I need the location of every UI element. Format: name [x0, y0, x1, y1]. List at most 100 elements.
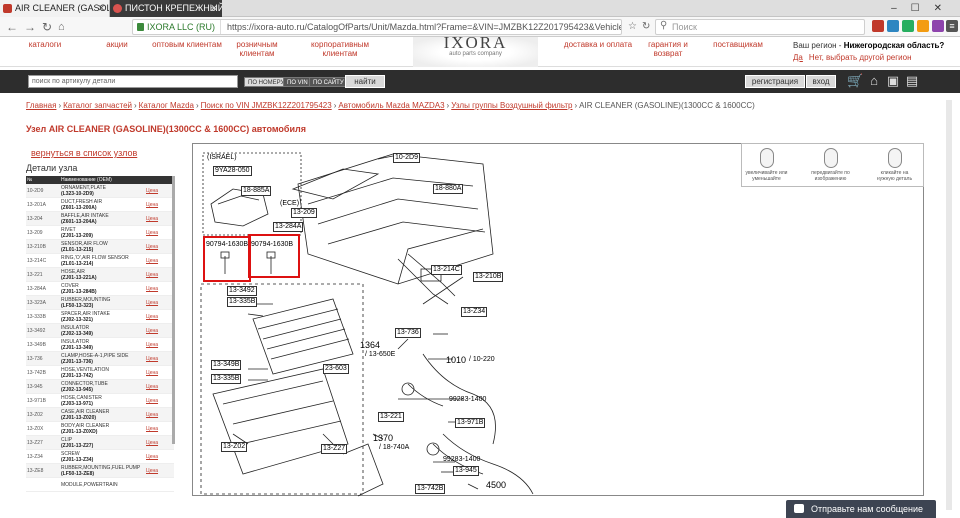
part-name[interactable]: ORNAMENT,PLATE (L323-10-2D9)	[61, 185, 146, 197]
diagram-part-label[interactable]: 13-335B	[227, 297, 258, 307]
table-scrollbar[interactable]	[172, 176, 175, 444]
page-scrollbar[interactable]	[946, 100, 952, 510]
diagram-part-label[interactable]: 18-885A	[241, 186, 272, 196]
part-name[interactable]: SENSOR,AIR FLOW (ZL01-13-215)	[61, 241, 146, 253]
extension-icon[interactable]	[917, 20, 929, 32]
breadcrumb-vin[interactable]: Поиск по VIN JMZBK12Z201795423	[201, 101, 332, 110]
table-row[interactable]: 13-Z34 SCREW (ZJ01-13-Z34) Цена	[26, 450, 174, 464]
price-link[interactable]: Цена	[146, 440, 174, 446]
part-name[interactable]: SCREW (ZJ01-13-Z34)	[61, 451, 146, 463]
maximize-icon[interactable]: ☐	[911, 3, 934, 14]
highlighted-part-box[interactable]	[248, 234, 300, 278]
close-tab-icon[interactable]: ✕	[210, 0, 218, 17]
price-link[interactable]: Цена	[146, 188, 174, 194]
table-row[interactable]: 13-214C RING,'O',AIR FLOW SENSOR (ZL01-13-…	[26, 254, 174, 268]
price-link[interactable]: Цена	[146, 286, 174, 292]
extension-badge-icon[interactable]	[872, 20, 884, 32]
price-link[interactable]: Цена	[146, 468, 174, 474]
table-row[interactable]: 13-Z0X BODY,AIR CLEANER (ZJ01-13-Z0XD) Цена	[26, 422, 174, 436]
diagram-part-label[interactable]: 18-880A	[433, 184, 464, 194]
part-name[interactable]: BAFFLE,AIR INTAKE (Z601-13-204A)	[61, 213, 146, 225]
breadcrumb-car[interactable]: Автомобиль Mazda MAZDA3	[338, 101, 444, 110]
price-link[interactable]: Цена	[146, 342, 174, 348]
close-tab-icon[interactable]: ✕	[97, 0, 105, 17]
part-name[interactable]: DUCT,FRESH AIR (Z601-13-200A)	[61, 199, 146, 211]
table-row[interactable]: 13-945 CONNECTOR,TUBE (ZJ02-13-945) Цена	[26, 380, 174, 394]
part-name[interactable]: HOSE,AIR (ZJ01-13-221A)	[61, 269, 146, 281]
url-text[interactable]: https://ixora-auto.ru/CatalogOfParts/Uni…	[221, 22, 621, 32]
part-name[interactable]: CONNECTOR,TUBE (ZJ02-13-945)	[61, 381, 146, 393]
part-name[interactable]: CASE,AIR CLEANER (ZJ01-13-Z020)	[61, 409, 146, 421]
parts-diagram[interactable]: (ISRAEL) 9YA28-050 10-2D9 18-885A 18-880…	[192, 143, 924, 497]
part-name[interactable]: CLAMP,HOSE-A-1,PIPE SIDE (ZJ01-13-736)	[61, 353, 146, 365]
price-link[interactable]: Цена	[146, 230, 174, 236]
table-row[interactable]: 13-Z02 CASE,AIR CLEANER (ZJ01-13-Z020) Цена	[26, 408, 174, 422]
breadcrumb-catalog[interactable]: Каталог запчастей	[63, 101, 132, 110]
forward-arrow-icon[interactable]: →	[24, 20, 36, 34]
price-link[interactable]: Цена	[146, 370, 174, 376]
login-button[interactable]: вход	[806, 75, 836, 88]
diagram-part-label[interactable]: 13-214C	[431, 265, 462, 275]
part-name[interactable]: COVER (ZJ01-13-284B)	[61, 283, 146, 295]
back-arrow-icon[interactable]: ←	[6, 20, 18, 34]
browser-tab-piston[interactable]: ПИСТОН КРЕПЕЖНЫЙ | MAZ ✕	[110, 0, 222, 17]
article-search-input[interactable]: поиск по артикулу детали	[28, 75, 238, 88]
nav-delivery[interactable]: доставка и оплата	[563, 40, 633, 49]
table-row[interactable]: 13-Z27 CLIP (ZJ01-13-Z27) Цена	[26, 436, 174, 450]
site-identity-badge[interactable]: IXORA LLC (RU)	[133, 20, 222, 34]
table-row[interactable]: 13-323A RUBBER,MOUNTING (LF50-13-323) Цена	[26, 296, 174, 310]
diagram-part-label[interactable]: 13-971B	[455, 418, 486, 428]
menu-icon[interactable]: ≡	[946, 20, 958, 32]
price-link[interactable]: Цена	[146, 398, 174, 404]
part-name[interactable]: INSULATOR (ZJ02-13-349)	[61, 325, 146, 337]
table-row[interactable]: 13-284A COVER (ZJ01-13-284B) Цена	[26, 282, 174, 296]
diagram-part-label[interactable]: 13-Z27	[321, 444, 348, 454]
wallet-icon[interactable]: ▤	[904, 73, 920, 89]
garage-icon[interactable]: ⌂	[866, 73, 882, 89]
search-by-vin-tab[interactable]: ПО VIN	[283, 77, 312, 87]
nav-retail[interactable]: розничным клиентам	[222, 40, 292, 58]
table-row[interactable]: 13-209 RIVET (ZJ01-13-209) Цена	[26, 226, 174, 240]
diagram-part-label[interactable]: 13-335B	[211, 374, 242, 384]
table-row[interactable]: 13-210B SENSOR,AIR FLOW (ZL01-13-215) Цена	[26, 240, 174, 254]
window-controls[interactable]: –☐✕	[891, 0, 956, 17]
part-name[interactable]: BODY,AIR CLEANER (ZJ01-13-Z0XD)	[61, 423, 146, 435]
part-name[interactable]: INSULATOR (ZJ01-13-349)	[61, 339, 146, 351]
extension-icon[interactable]	[902, 20, 914, 32]
register-button[interactable]: регистрация	[745, 75, 805, 88]
diagram-part-label[interactable]: 1370	[373, 434, 393, 443]
region-other-link[interactable]: Нет, выбрать другой регион	[809, 53, 912, 62]
diagram-part-label[interactable]: 13-945	[453, 466, 479, 476]
breadcrumb-mazda[interactable]: Каталог Mazda	[139, 101, 194, 110]
table-row[interactable]: MODULE,POWERTRAIN	[26, 478, 174, 492]
part-name[interactable]: HOSE,VENTILATION (ZJ01-13-742)	[61, 367, 146, 379]
table-row[interactable]: 13-349B INSULATOR (ZJ01-13-349) Цена	[26, 338, 174, 352]
diagram-part-label[interactable]: 13-736	[395, 328, 421, 338]
extension-icon[interactable]	[887, 20, 899, 32]
table-row[interactable]: 13-ZE8 RUBBER,MOUNTING,FUEL PUMP (LF50-13-…	[26, 464, 174, 478]
price-link[interactable]: Цена	[146, 412, 174, 418]
diagram-part-label[interactable]: 13-209	[291, 208, 317, 218]
part-name[interactable]: RIVET (ZJ01-13-209)	[61, 227, 146, 239]
diagram-part-label[interactable]: 13-Z34	[461, 307, 488, 317]
nav-suppliers[interactable]: поставщикам	[703, 40, 773, 49]
breadcrumb-home[interactable]: Главная	[26, 101, 56, 110]
table-row[interactable]: 13-333B SPACER,AIR INTAKE (ZJ02-13-321) Цен…	[26, 310, 174, 324]
diagram-part-label[interactable]: 9YA28-050	[213, 166, 252, 176]
diagram-part-label[interactable]: 10-2D9	[393, 153, 420, 163]
part-name[interactable]: MODULE,POWERTRAIN	[61, 482, 146, 488]
home-icon[interactable]: ⌂	[58, 20, 65, 34]
close-window-icon[interactable]: ✕	[934, 3, 956, 14]
highlighted-part-box[interactable]	[203, 236, 251, 282]
table-row[interactable]: 13-736 CLAMP,HOSE-A-1,PIPE SIDE (ZJ01-13-7…	[26, 352, 174, 366]
reload-icon[interactable]: ↻	[42, 20, 52, 34]
refresh-icon[interactable]: ↻	[642, 20, 650, 34]
address-bar[interactable]: IXORA LLC (RU) https://ixora-auto.ru/Cata…	[132, 19, 622, 35]
cart-icon[interactable]: 🛒	[847, 73, 863, 89]
diagram-part-label[interactable]: 23-603	[323, 364, 349, 374]
diagram-part-label[interactable]: 13-284A	[273, 222, 304, 232]
browser-search-input[interactable]: ⚲ Поиск	[655, 19, 865, 35]
table-row[interactable]: 13-971B HOSE,CANISTER (ZJ03-13-971) Цена	[26, 394, 174, 408]
table-row[interactable]: 13-3492 INSULATOR (ZJ02-13-349) Цена	[26, 324, 174, 338]
price-link[interactable]: Цена	[146, 202, 174, 208]
